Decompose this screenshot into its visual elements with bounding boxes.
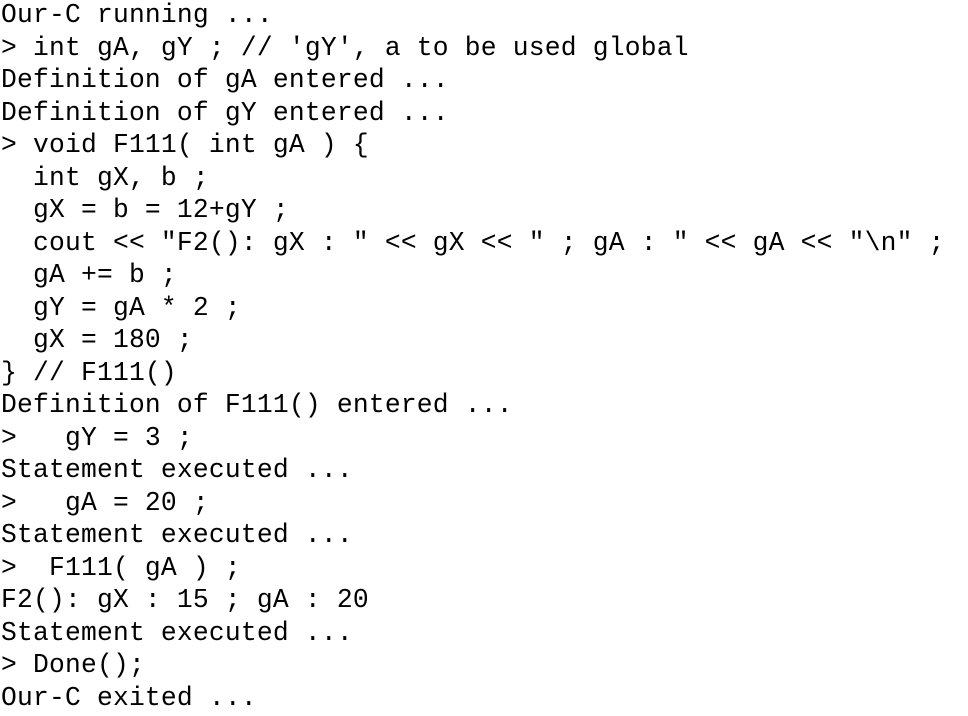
console-line-input: > void F111( int gA ) {	[1, 131, 369, 161]
console-line-output: Definition of gA entered ...	[1, 66, 449, 96]
console-line-output: Definition of F111() entered ...	[1, 391, 513, 421]
console-line-input: > gY = 3 ;	[1, 423, 193, 454]
console-line-input: > gA = 20 ;	[1, 488, 209, 519]
console-line-program-output: F2(): gX : 15 ; gA : 20	[1, 586, 369, 616]
console-line-input: > int gA, gY ; // 'gY', a to be used glo…	[1, 33, 689, 64]
console-line-code: int gX, b ;	[1, 163, 209, 194]
console-line-input: > F111( gA ) ;	[1, 553, 241, 584]
console-line-output: Statement executed ...	[1, 456, 353, 486]
console-line-output: Statement executed ...	[1, 521, 353, 551]
console-line-code: cout << "F2(): gX : " << gX << " ; gA : …	[1, 228, 945, 259]
console-line-code: gX = 180 ;	[1, 326, 193, 356]
console-line-output: Definition of gY entered ...	[1, 98, 449, 129]
console-line-code: } // F111()	[1, 358, 177, 389]
console-output: Our-C running ... > int gA, gY ; // 'gY'…	[0, 0, 968, 716]
console-line-status-exited: Our-C exited ...	[1, 683, 257, 714]
console-line-output: Statement executed ...	[1, 618, 353, 649]
console-line-code: gY = gA * 2 ;	[1, 293, 241, 324]
console-line-input: > Done();	[1, 651, 145, 681]
console-line-status-running: Our-C running ...	[1, 1, 273, 31]
console-line-code: gX = b = 12+gY ;	[1, 196, 289, 226]
console-line-code: gA += b ;	[1, 261, 177, 291]
